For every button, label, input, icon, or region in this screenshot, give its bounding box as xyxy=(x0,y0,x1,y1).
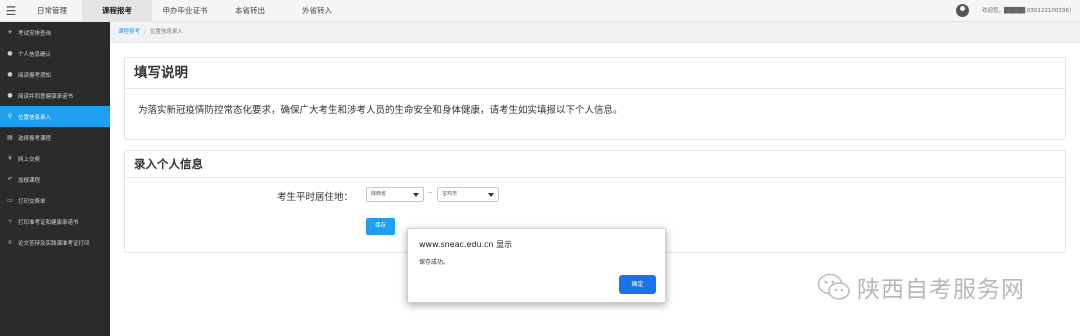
sidebar-item-add-courses[interactable]: ↶ 加报课程 xyxy=(0,169,110,190)
sidebar-item-label: 论文答辩及实践课准考证打印 xyxy=(18,240,90,247)
chevron-down-icon xyxy=(413,193,419,197)
hamburger-icon[interactable]: ☰ xyxy=(0,0,22,22)
speech-bubble-icon: ● xyxy=(7,71,13,78)
speech-bubble-icon: ● xyxy=(7,92,13,99)
sidebar-item-select-courses[interactable]: ▤ 选择报考课程 xyxy=(0,127,110,148)
sidebar-item-label: 加报课程 xyxy=(18,177,41,184)
nav-tab-graduation-certificate[interactable]: 申办毕业证书 xyxy=(152,0,218,22)
form-title: 录入个人信息 xyxy=(125,151,1065,178)
sidebar: ✈ 考试安排查询 ● 个人信息确认 ● 阅读报考须知 ● 阅读并同意健康承诺书 … xyxy=(0,22,110,336)
breadcrumb-current: 位置信息录入 xyxy=(149,29,183,35)
welcome-text: 欢迎您，█████ 030122100336） xyxy=(982,8,1075,14)
sidebar-item-label: 打印交费单 xyxy=(18,198,46,205)
save-button[interactable]: 保存 xyxy=(366,218,395,235)
speech-bubble-icon: ● xyxy=(7,50,13,57)
sidebar-item-online-payment[interactable]: ¥ 网上交费 xyxy=(0,148,110,169)
sidebar-item-read-notice[interactable]: ● 阅读报考须知 xyxy=(0,64,110,85)
trophy-icon: ♕ xyxy=(7,239,13,246)
province-select[interactable]: 陕西省 xyxy=(366,187,424,202)
sidebar-item-label: 打印准考证和健康承诺书 xyxy=(18,219,79,226)
breadcrumb-separator: / xyxy=(144,29,146,35)
dialog-ok-button[interactable]: 确定 xyxy=(619,275,656,294)
wechat-icon xyxy=(817,273,850,300)
sidebar-item-label: 选择报考课程 xyxy=(18,135,52,142)
plane-icon: ✈ xyxy=(7,29,13,36)
sidebar-item-health-pledge[interactable]: ● 阅读并同意健康承诺书 xyxy=(0,85,110,106)
breadcrumb-parent-link[interactable]: 课程报考 xyxy=(118,29,140,35)
sidebar-item-exam-schedule[interactable]: ✈ 考试安排查询 xyxy=(0,22,110,43)
fork-icon: ⑂ xyxy=(8,218,12,225)
alert-dialog: www.sneac.edu.cn 显示 保存成功。 确定 xyxy=(407,228,666,303)
sidebar-item-label: 阅读报考须知 xyxy=(18,72,52,79)
watermark-text: 陕西自考服务网 xyxy=(857,277,1025,303)
nav-tab-daily-management[interactable]: 日常管理 xyxy=(22,0,82,22)
sidebar-item-label: 个人信息确认 xyxy=(18,51,52,58)
sidebar-item-label: 位置信息录入 xyxy=(18,114,52,121)
map-marker-icon: ⚲ xyxy=(7,113,13,120)
yen-icon: ¥ xyxy=(8,155,12,162)
sidebar-item-label: 考试安排查询 xyxy=(18,30,52,37)
residence-label: 考生平时居住地： xyxy=(277,192,354,203)
dialog-message: 保存成功。 xyxy=(419,259,450,266)
notice-title: 填写说明 xyxy=(125,58,1065,89)
ticket-icon: ▭ xyxy=(7,197,13,204)
province-select-value: 陕西省 xyxy=(371,191,387,197)
sidebar-item-location-entry[interactable]: ⚲ 位置信息录入 xyxy=(0,106,110,127)
top-nav-bar: ☰ 日常管理 课程报考 申办毕业证书 本省转出 外省转入 欢迎您，█████ 0… xyxy=(0,0,1080,22)
notice-text: 为落实新冠疫情防控常态化要求，确保广大考生和涉考人员的生命安全和身体健康，请考生… xyxy=(138,105,623,116)
document-icon: ▤ xyxy=(7,134,13,141)
notice-panel: 填写说明 为落实新冠疫情防控常态化要求，确保广大考生和涉考人员的生命安全和身体健… xyxy=(124,57,1066,140)
select-separator: -- xyxy=(428,189,433,196)
nav-tab-course-registration[interactable]: 课程报考 xyxy=(82,0,152,22)
chevron-down-icon xyxy=(488,193,494,197)
sidebar-item-print-payment[interactable]: ▭ 打印交费单 xyxy=(0,190,110,211)
sidebar-item-personal-info[interactable]: ● 个人信息确认 xyxy=(0,43,110,64)
undo-icon: ↶ xyxy=(7,176,13,183)
watermark: 陕西自考服务网 xyxy=(817,270,1025,304)
city-select[interactable]: 宝鸡市 xyxy=(437,187,499,202)
breadcrumb: 课程报考 / 位置信息录入 xyxy=(110,22,1080,43)
sidebar-item-print-admission[interactable]: ⑂ 打印准考证和健康承诺书 xyxy=(0,211,110,232)
sidebar-item-label: 阅读并同意健康承诺书 xyxy=(18,93,74,100)
sidebar-item-label: 网上交费 xyxy=(18,156,41,163)
city-select-value: 宝鸡市 xyxy=(442,191,458,197)
nav-tab-transfer-in[interactable]: 外省转入 xyxy=(282,0,352,22)
nav-tab-transfer-out[interactable]: 本省转出 xyxy=(218,0,282,22)
sidebar-item-thesis-admission[interactable]: ♕ 论文答辩及实践课准考证打印 xyxy=(0,232,110,253)
dialog-origin: www.sneac.edu.cn 显示 xyxy=(419,240,513,249)
user-avatar-icon[interactable] xyxy=(956,4,969,17)
